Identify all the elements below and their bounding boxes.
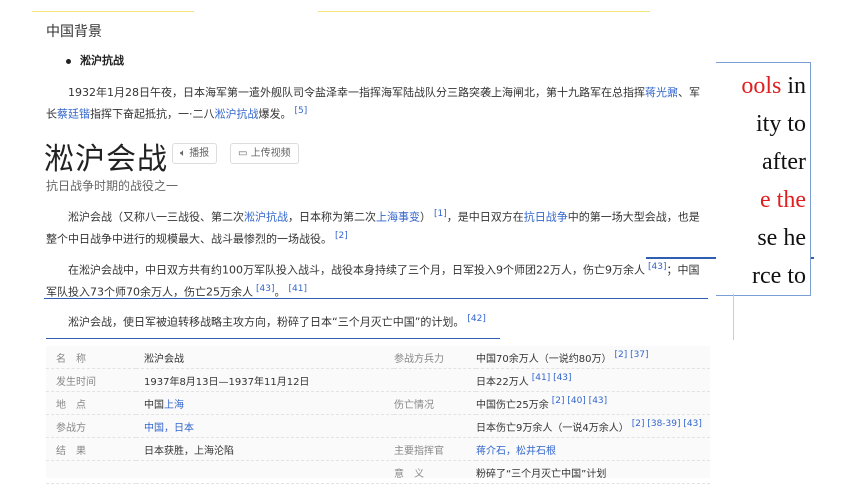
- overlay-line: after: [762, 149, 806, 175]
- info-value-text: 日本伤亡9万余人（一说4万余人）: [476, 422, 629, 434]
- reference-link[interactable]: [5]: [295, 106, 308, 116]
- play-audio-button[interactable]: 🔈︎ 播报: [172, 143, 218, 164]
- info-value: 粉碎了“三个月灭亡中国”计划: [476, 460, 710, 484]
- underline-mark: [46, 338, 500, 339]
- upload-video-button[interactable]: ▭ 上传视频: [230, 143, 299, 164]
- speaker-icon: 🔈︎: [180, 148, 186, 159]
- table-row: 参战方 中国，日本 日本伤亡9万余人（一说4万余人） [2] [38-39] [4…: [46, 414, 710, 438]
- table-row: 意 义 粉碎了“三个月灭亡中国”计划: [46, 460, 710, 484]
- info-key: [394, 414, 476, 438]
- info-value: 日本获胜，上海沦陷: [136, 437, 394, 461]
- link-shanghai[interactable]: 上海: [164, 400, 184, 411]
- info-value-text: 中国伤亡25万余: [476, 399, 549, 411]
- para2-text: 淞沪会战（又称八一三战役、第二次: [68, 210, 244, 224]
- overlay-line: se he: [757, 225, 806, 251]
- reference-link[interactable]: [43]: [256, 284, 274, 294]
- infobox-table: 名 称 淞沪会战 参战方兵力 中国70余万人（一说约80万） [2] [37] 发…: [46, 346, 710, 484]
- reference-link[interactable]: [41]: [288, 284, 306, 294]
- para3-text: 在淞沪会战中，中日双方共有约100万军队投入战斗，战役本身持续了三个月，日军投入…: [68, 263, 645, 277]
- page-title: 淞沪会战: [44, 142, 168, 177]
- bullet-dot: [66, 58, 71, 64]
- para1-text: 指挥下奋起抵抗，一·二八: [90, 107, 215, 121]
- table-row: 结 果 日本获胜，上海沦陷 主要指挥官 蒋介石，松井石根: [46, 437, 710, 461]
- link-commanders[interactable]: 蒋介石，松井石根: [476, 437, 710, 461]
- section-title: 中国背景: [46, 24, 102, 40]
- para4-text: 淞沪会战，使日军被迫转移战略主攻方向，粉碎了日本“三个月灭亡中国”的计划。: [68, 315, 465, 329]
- para2-text: ）: [420, 210, 431, 224]
- para1-text: 爆发。: [258, 107, 292, 121]
- link-belligerents[interactable]: 中国，日本: [136, 414, 394, 438]
- info-key: 意 义: [394, 460, 476, 484]
- overlay-text-box: ools in ity to after e the se he rce to: [716, 62, 811, 296]
- table-row: 地 点 中国上海 伤亡情况 中国伤亡25万余 [2] [40] [43]: [46, 391, 710, 415]
- info-key: 参战方兵力: [394, 346, 476, 369]
- overlay-line: e the: [760, 187, 806, 213]
- play-label: 播报: [189, 148, 210, 159]
- info-value-text: 中国70余万人（一说约80万）: [476, 353, 612, 365]
- info-key: 发生时间: [46, 368, 136, 392]
- reference-link[interactable]: [1]: [434, 209, 447, 219]
- info-value: 日本伤亡9万余人（一说4万余人） [2] [38-39] [43]: [476, 414, 710, 438]
- link-jiang-guangnai[interactable]: 蒋光鼐: [645, 86, 678, 99]
- video-icon: ▭: [238, 148, 248, 159]
- reference-link[interactable]: [2]: [335, 231, 348, 241]
- overlay-line: ity to: [755, 111, 806, 137]
- underline-mark: [44, 298, 708, 299]
- info-value: 1937年8月13日—1937年11月12日: [136, 368, 394, 392]
- link-anti-japanese-war[interactable]: 抗日战争: [524, 211, 568, 224]
- info-key: 地 点: [46, 391, 136, 415]
- info-value: 中国70余万人（一说约80万） [2] [37]: [476, 346, 710, 369]
- reference-link[interactable]: [42]: [467, 314, 485, 324]
- upload-label: 上传视频: [250, 148, 291, 159]
- info-key: 伤亡情况: [394, 391, 476, 415]
- info-value-text: 日本22万人: [476, 376, 529, 388]
- significance-paragraph: 淞沪会战，使日军被迫转移战略主攻方向，粉碎了日本“三个月灭亡中国”的计划。 [42…: [46, 310, 706, 332]
- info-value: 淞沪会战: [136, 346, 394, 369]
- link-songhu-resistance[interactable]: 淞沪抗战: [215, 108, 259, 121]
- para2-text: ，日本称为第二次: [288, 210, 376, 224]
- reference-link[interactable]: [43]: [648, 262, 666, 272]
- link-shanghai-incident[interactable]: 上海事变: [376, 211, 420, 224]
- link-cai-tingkai[interactable]: 蔡廷锴: [57, 108, 90, 121]
- info-value: 中国上海: [136, 391, 394, 415]
- table-row: 发生时间 1937年8月13日—1937年11月12日 日本22万人 [41] […: [46, 368, 710, 392]
- info-value: [136, 460, 394, 484]
- info-key: 名 称: [46, 346, 136, 369]
- link-songhu-resistance-2[interactable]: 淞沪抗战: [244, 211, 288, 224]
- bullet-label: 淞沪抗战: [80, 54, 124, 67]
- background-paragraph: 1932年1月28日午夜，日本海军第一遣外舰队司令盐泽幸一指挥海军陆战队分三路突…: [46, 84, 706, 124]
- bullet-item: 淞沪抗战: [66, 52, 124, 68]
- reference-link[interactable]: [2] [40] [43]: [552, 396, 607, 406]
- info-key: 结 果: [46, 437, 136, 461]
- forces-paragraph: 在淞沪会战中，中日双方共有约100万军队投入战斗，战役本身持续了三个月，日军投入…: [46, 258, 706, 301]
- table-row: 名 称 淞沪会战 参战方兵力 中国70余万人（一说约80万） [2] [37]: [46, 346, 710, 369]
- overlay-edge: [733, 294, 734, 340]
- reference-link[interactable]: [2] [38-39] [43]: [632, 419, 702, 429]
- reference-link[interactable]: [41] [43]: [532, 373, 572, 383]
- para1-text: 1932年1月28日午夜，日本海军第一遣外舰队司令盐泽幸一指挥海军陆战队分三路突…: [68, 86, 645, 99]
- para2-text: ，是中日双方在: [446, 210, 524, 224]
- para3-text: 。: [274, 285, 286, 299]
- info-value-text: 中国: [144, 399, 164, 411]
- info-key: [394, 368, 476, 392]
- overlay-red-text: ools: [741, 73, 782, 99]
- overlay-text: in: [781, 73, 806, 99]
- overlay-line: rce to: [752, 263, 806, 289]
- intro-paragraph: 淞沪会战（又称八一三战役、第二次淞沪抗战，日本称为第二次上海事变） [1]，是中日…: [46, 205, 706, 248]
- info-key: [46, 460, 136, 484]
- page-subtitle: 抗日战争时期的战役之一: [46, 179, 179, 193]
- info-key: 主要指挥官: [394, 437, 476, 461]
- top-divider-left: [32, 11, 194, 12]
- info-value: 日本22万人 [41] [43]: [476, 368, 710, 392]
- info-key: 参战方: [46, 414, 136, 438]
- reference-link[interactable]: [2] [37]: [614, 350, 648, 360]
- overlay-line: ools in: [741, 73, 806, 100]
- info-value: 中国伤亡25万余 [2] [40] [43]: [476, 391, 710, 415]
- top-divider-right: [318, 11, 650, 12]
